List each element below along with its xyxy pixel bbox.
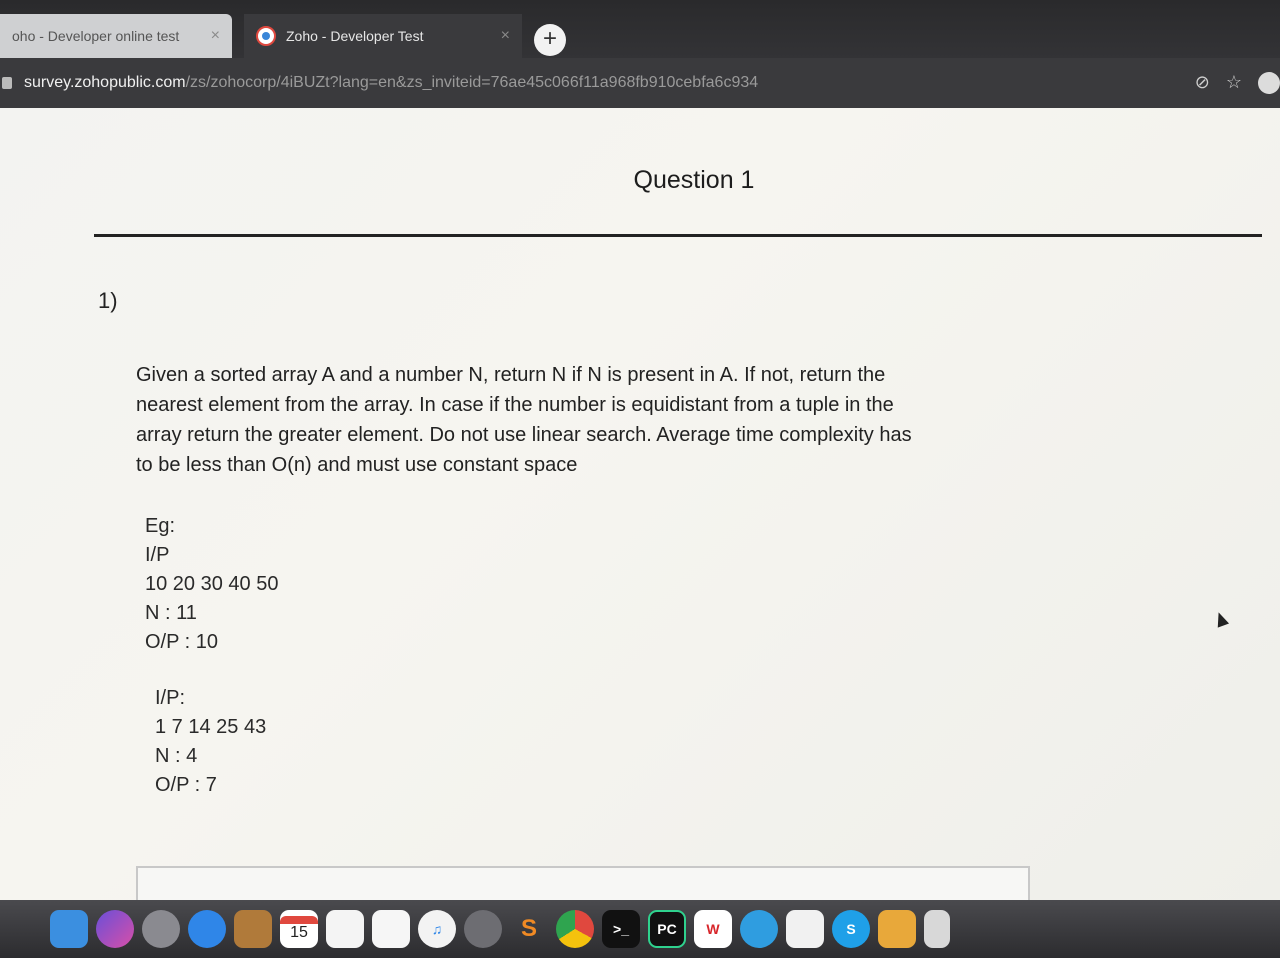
reminders-icon[interactable]	[372, 910, 410, 948]
terminal-icon[interactable]: >_	[602, 910, 640, 948]
page-title: Question 1	[0, 166, 1280, 195]
example-2: I/P: 1 7 14 25 43 N : 4 O/P : 7	[155, 684, 266, 800]
calendar-header	[280, 916, 318, 924]
lock-icon	[2, 77, 12, 89]
close-tab-icon[interactable]: ×	[211, 27, 220, 45]
zoho-favicon-icon	[256, 26, 276, 46]
example-line: I/P:	[155, 687, 186, 709]
mac-dock: 15 ♫ S >_ PC W S	[0, 900, 1280, 958]
example-line: 10 20 30 40 50	[145, 573, 279, 595]
url-host: survey.zohopublic.com	[24, 74, 186, 91]
system-preferences-icon[interactable]	[464, 910, 502, 948]
mouse-cursor-icon	[1212, 610, 1230, 628]
notes-icon[interactable]	[234, 910, 272, 948]
tab-developer-online-test[interactable]: oho - Developer online test ×	[0, 14, 232, 58]
pages-icon[interactable]	[786, 910, 824, 948]
example-line: N : 4	[155, 745, 198, 767]
example-line: 1 7 14 25 43	[155, 716, 267, 738]
pycharm-icon[interactable]: PC	[648, 910, 686, 948]
sublime-icon[interactable]: S	[510, 910, 548, 948]
star-icon[interactable]: ☆	[1226, 72, 1242, 94]
example-line: O/P : 10	[145, 631, 219, 653]
example-1: Eg: I/P 10 20 30 40 50 N : 11 O/P : 10	[145, 512, 278, 657]
question-text: Given a sorted array A and a number N, r…	[136, 360, 976, 480]
question-line: Given a sorted array A and a number N, r…	[136, 364, 886, 386]
new-tab-button[interactable]: +	[534, 24, 566, 56]
skype-for-business-icon[interactable]	[740, 910, 778, 948]
question-line: nearest element from the array. In case …	[136, 394, 894, 416]
address-bar[interactable]: survey.zohopublic.com/zs/zohocorp/4iBUZt…	[0, 58, 1280, 108]
itunes-icon[interactable]: ♫	[418, 910, 456, 948]
question-line: to be less than O(n) and must use consta…	[136, 454, 578, 476]
survey-page: Question 1 1) Given a sorted array A and…	[0, 108, 1280, 916]
safari-icon[interactable]	[188, 910, 226, 948]
url-field[interactable]: survey.zohopublic.com/zs/zohocorp/4iBUZt…	[24, 74, 758, 92]
question-title: Question 1	[633, 166, 755, 194]
tab-title: oho - Developer online test	[12, 28, 180, 44]
folder-icon[interactable]	[878, 910, 916, 948]
question-line: array return the greater element. Do not…	[136, 424, 912, 446]
calendar-day: 15	[290, 924, 308, 941]
tab-title: Zoho - Developer Test	[286, 28, 424, 44]
url-path: /zs/zohocorp/4iBUZt?lang=en&zs_inviteid=…	[185, 74, 759, 91]
address-bar-icons: ⊘ ☆	[1195, 72, 1280, 94]
finder-icon[interactable]	[50, 910, 88, 948]
browser-tab-bar: oho - Developer online test × Zoho - Dev…	[0, 0, 1280, 58]
stickies-icon[interactable]	[326, 910, 364, 948]
close-tab-icon[interactable]: ×	[501, 27, 510, 45]
example-line: O/P : 7	[155, 774, 217, 796]
calendar-icon[interactable]: 15	[280, 910, 318, 948]
example-line: I/P	[145, 544, 170, 566]
title-divider	[94, 234, 1262, 237]
wps-icon[interactable]: W	[694, 910, 732, 948]
tab-developer-test[interactable]: Zoho - Developer Test ×	[244, 14, 522, 58]
example-line: Eg:	[145, 515, 176, 537]
question-number: 1)	[98, 288, 118, 313]
eye-off-icon[interactable]: ⊘	[1195, 72, 1210, 94]
siri-icon[interactable]	[96, 910, 134, 948]
profile-icon[interactable]	[1258, 72, 1280, 94]
skype-icon[interactable]: S	[832, 910, 870, 948]
example-line: N : 11	[145, 602, 197, 624]
chrome-icon[interactable]	[556, 910, 594, 948]
trash-icon[interactable]	[924, 910, 950, 948]
launchpad-icon[interactable]	[142, 910, 180, 948]
